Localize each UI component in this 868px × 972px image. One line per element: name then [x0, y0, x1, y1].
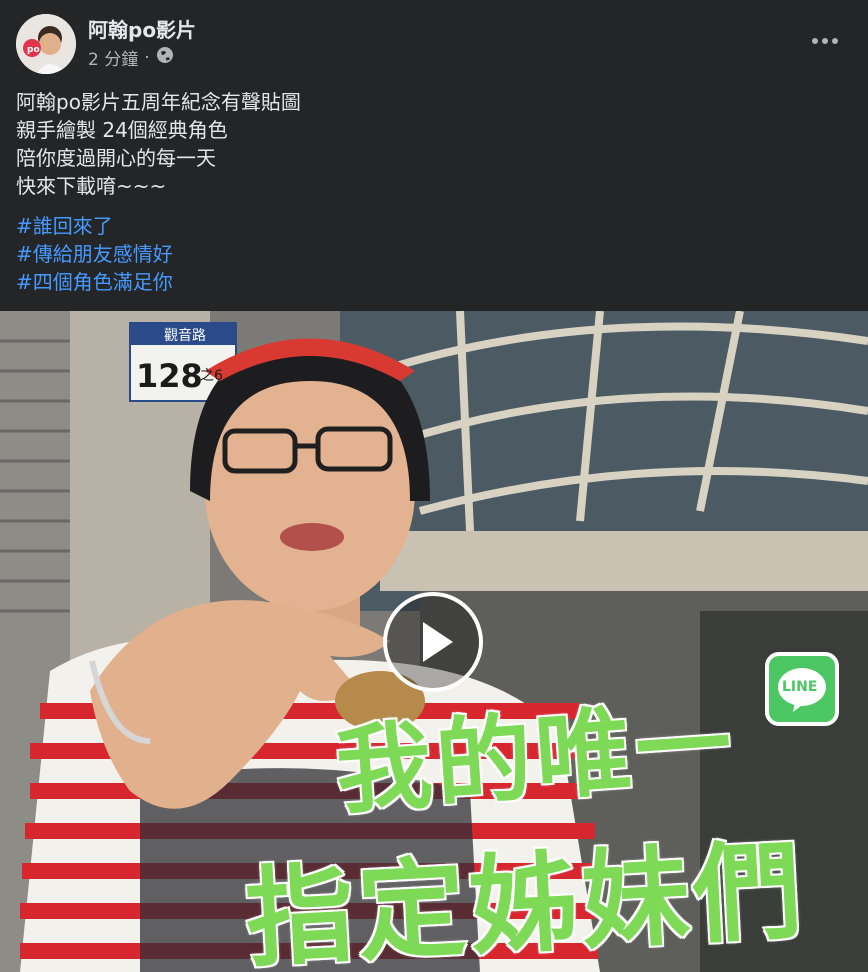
hashtag-link[interactable]: #傳給朋友感情好: [16, 240, 852, 268]
post-text-line: 快來下載唷~~~: [16, 174, 167, 198]
address-plate-sub: 之6: [200, 368, 223, 384]
post-time[interactable]: 2 分鐘: [88, 45, 138, 70]
post-header: po 阿翰po影片 2 分鐘 ·: [0, 0, 868, 85]
avatar-image: po: [16, 14, 76, 74]
more-dot: [832, 38, 838, 44]
avatar[interactable]: po: [16, 14, 76, 74]
address-plate-number: 128: [136, 357, 203, 395]
hashtag-link[interactable]: #誰回來了: [16, 212, 852, 240]
overlay-caption-line2: 指定姊妹們: [241, 827, 810, 972]
play-icon[interactable]: [383, 592, 483, 692]
line-badge-text: LINE: [782, 679, 818, 695]
post-text-line: 阿翰po影片五周年紀念有聲貼圖: [16, 90, 301, 114]
author-name[interactable]: 阿翰po影片: [88, 14, 196, 43]
hashtag-list: #誰回來了 #傳給朋友感情好 #四個角色滿足你: [16, 212, 852, 296]
more-dot: [812, 38, 818, 44]
post-text-line: 陪你度過開心的每一天: [16, 146, 216, 170]
address-plate: 觀音路 128 之6: [130, 323, 236, 401]
address-plate-street: 觀音路: [164, 328, 206, 344]
more-dots-icon[interactable]: [812, 30, 838, 52]
line-badge: LINE: [765, 652, 839, 726]
video-player[interactable]: 觀音路 128 之6 LINE 我的唯一 指定姊妹們: [0, 311, 868, 972]
post-text: 阿翰po影片五周年紀念有聲貼圖 親手繪製 24個經典角色 陪你度過開心的每一天 …: [16, 88, 852, 296]
hashtag-link[interactable]: #四個角色滿足你: [16, 268, 852, 296]
post-meta: 2 分鐘 ·: [88, 45, 174, 70]
svg-text:po: po: [27, 45, 40, 55]
post-text-line: 親手繪製 24個經典角色: [16, 118, 228, 142]
meta-separator: ·: [144, 47, 150, 68]
globe-icon[interactable]: [156, 46, 174, 69]
overlay-caption-line1: 我的唯一: [331, 687, 741, 830]
more-dot: [822, 38, 828, 44]
